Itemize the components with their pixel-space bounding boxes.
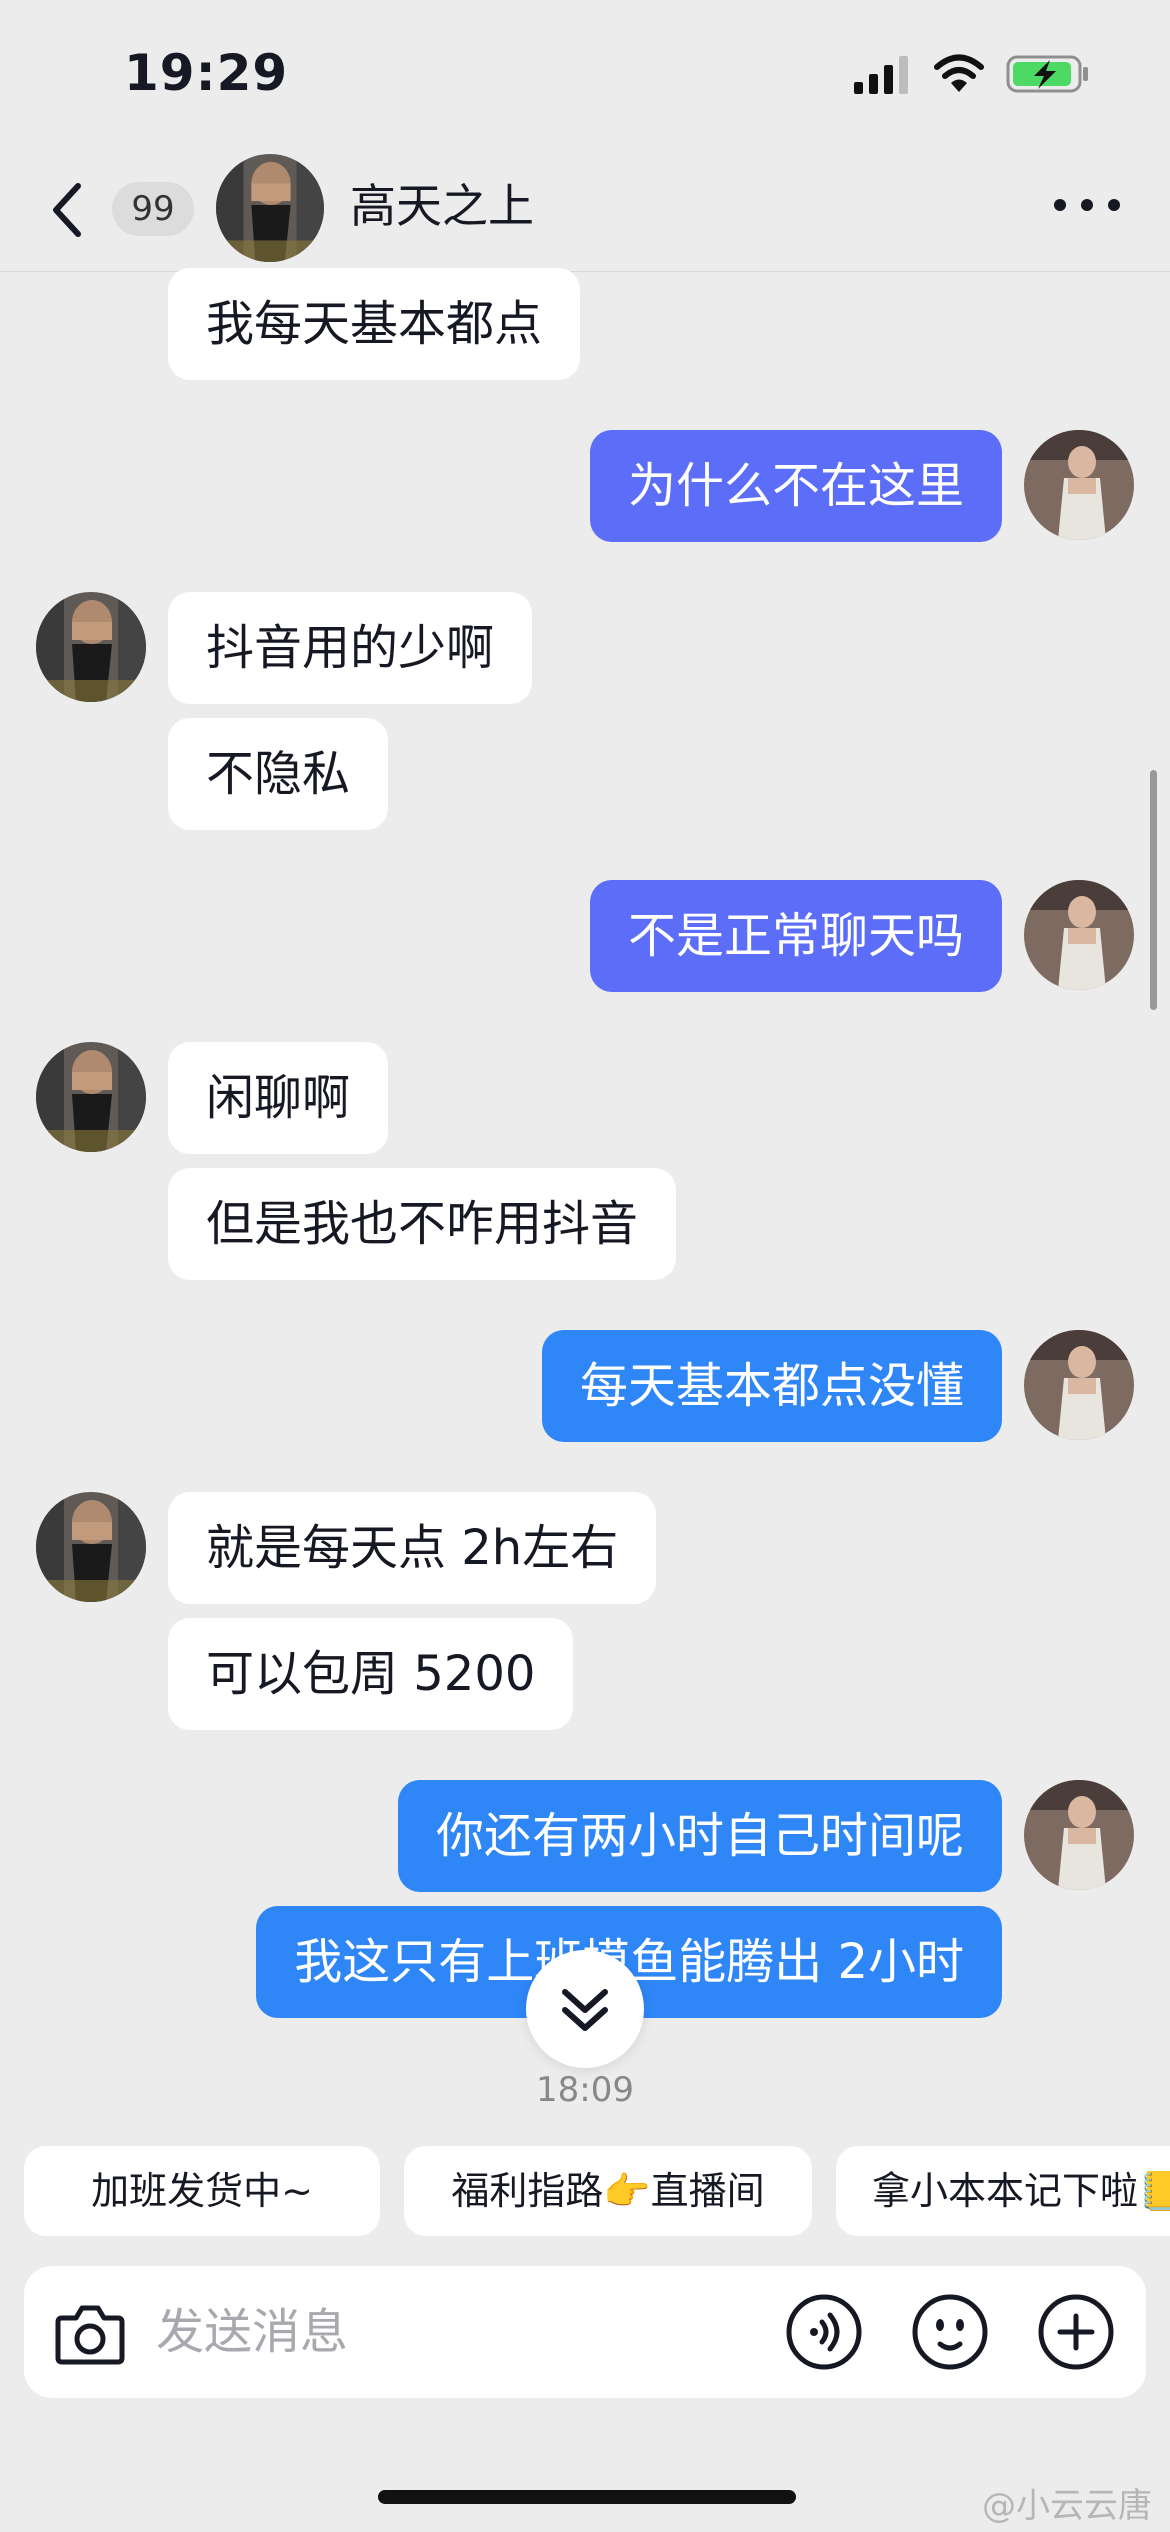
watermark: @小云云唐 [982, 2486, 1152, 2526]
back-arrow-icon[interactable] [44, 180, 94, 240]
contact-avatar[interactable] [36, 1492, 146, 1602]
contact-avatar[interactable] [216, 154, 324, 262]
incoming-message[interactable]: 可以包周 5200 [168, 1618, 574, 1730]
incoming-message[interactable]: 就是每天点 2h左右 [168, 1492, 657, 1604]
my-avatar[interactable] [1024, 1780, 1134, 1890]
scroll-to-bottom-button[interactable] [526, 1950, 644, 2068]
message-timestamp: 18:09 [536, 2070, 634, 2110]
incoming-message[interactable]: 我每天基本都点 [168, 268, 581, 380]
wifi-icon [934, 54, 984, 92]
quick-reply-chip[interactable]: 福利指路👉直播间 [404, 2146, 812, 2236]
double-chevron-down-icon [562, 1989, 608, 2031]
scrollbar[interactable] [1150, 770, 1157, 1010]
home-indicator[interactable] [378, 2490, 796, 2504]
status-icons [852, 54, 1090, 94]
outgoing-message[interactable]: 你还有两小时自己时间呢 [397, 1780, 1002, 1892]
incoming-message[interactable]: 不隐私 [168, 718, 389, 830]
outgoing-message[interactable]: 不是正常聊天吗 [589, 880, 1002, 992]
camera-icon[interactable] [50, 2294, 130, 2374]
outgoing-message[interactable]: 每天基本都点没懂 [541, 1330, 1002, 1442]
incoming-message[interactable]: 闲聊啊 [168, 1042, 389, 1154]
my-avatar[interactable] [1024, 1330, 1134, 1440]
my-avatar[interactable] [1024, 430, 1134, 540]
contact-avatar[interactable] [36, 592, 146, 702]
outgoing-message[interactable]: 为什么不在这里 [589, 430, 1002, 542]
chat-header: 99 高天之上 [0, 140, 1170, 272]
status-time: 19:29 [124, 44, 289, 102]
battery-charging-icon [1006, 55, 1088, 93]
incoming-message[interactable]: 但是我也不咋用抖音 [168, 1168, 677, 1280]
cellular-signal-icon [854, 56, 908, 94]
plus-icon[interactable] [1036, 2292, 1116, 2372]
unread-count-badge[interactable]: 99 [112, 182, 194, 236]
contact-avatar[interactable] [36, 1042, 146, 1152]
my-avatar[interactable] [1024, 880, 1134, 990]
quick-reply-chip[interactable]: 拿小本本记下啦📒 [836, 2146, 1170, 2236]
incoming-message[interactable]: 抖音用的少啊 [168, 592, 533, 704]
quick-reply-chip[interactable]: 加班发货中~ [24, 2146, 380, 2236]
voice-message-icon[interactable] [784, 2292, 864, 2372]
more-options-icon[interactable] [1054, 190, 1120, 220]
contact-name[interactable]: 高天之上 [350, 178, 534, 234]
emoji-icon[interactable] [910, 2292, 990, 2372]
message-input[interactable]: 发送消息 [156, 2304, 348, 2360]
